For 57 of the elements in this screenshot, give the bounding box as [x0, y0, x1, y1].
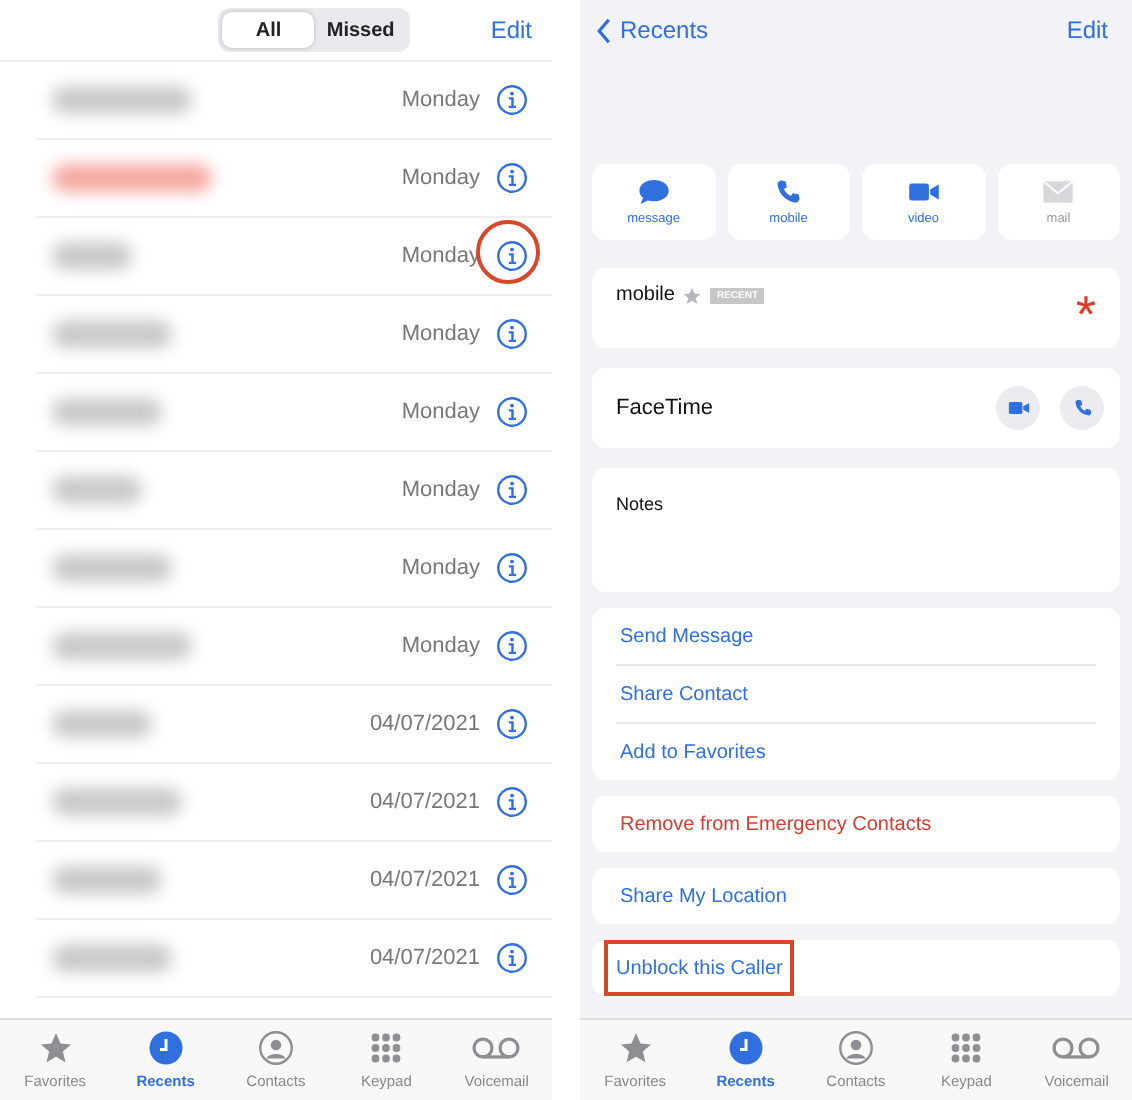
- person-icon: [837, 1030, 874, 1066]
- audio-call-button[interactable]: [1060, 386, 1104, 430]
- call-date: Monday: [401, 244, 480, 268]
- call-date: Monday: [401, 478, 480, 502]
- call-date: Monday: [401, 166, 480, 190]
- star-icon: [37, 1030, 74, 1066]
- menu-option[interactable]: Add to Favorites: [616, 724, 770, 780]
- speech-bubble-icon: [637, 178, 670, 206]
- chevron-left-icon: [596, 17, 612, 43]
- phone-icon: [1071, 398, 1093, 418]
- keypad-icon: [948, 1030, 985, 1066]
- info-icon[interactable]: [496, 318, 528, 350]
- phone-label: mobile: [616, 284, 675, 306]
- call-date: 04/07/2021: [369, 790, 480, 814]
- info-icon[interactable]: [496, 162, 528, 194]
- info-icon[interactable]: [496, 84, 528, 116]
- info-icon[interactable]: [496, 396, 528, 428]
- menu-option[interactable]: Remove from Emergency Contacts: [616, 796, 936, 852]
- star-icon: [682, 285, 703, 305]
- video-camera-icon: [907, 178, 940, 206]
- clock-icon: [147, 1030, 184, 1066]
- clock-icon: [727, 1030, 764, 1066]
- call-date: Monday: [401, 322, 480, 346]
- call-date: 04/07/2021: [369, 946, 480, 970]
- notes-field[interactable]: Notes: [592, 468, 1120, 592]
- menu-option[interactable]: Share Contact: [616, 666, 752, 722]
- video-camera-icon: [1007, 398, 1029, 418]
- call-date: Monday: [401, 634, 480, 658]
- segment-tab[interactable]: All: [222, 12, 315, 48]
- redaction-mark: *: [1075, 288, 1096, 340]
- menu-option[interactable]: Share My Location: [616, 868, 791, 924]
- edit-button[interactable]: Edit: [1066, 16, 1108, 44]
- info-icon[interactable]: [496, 708, 528, 740]
- call-date: 04/07/2021: [369, 712, 480, 736]
- video-call-button[interactable]: [996, 386, 1040, 430]
- call-date: 04/07/2021: [369, 868, 480, 892]
- call-date: Monday: [401, 400, 480, 424]
- edit-button[interactable]: Edit: [490, 16, 532, 44]
- info-icon[interactable]: [496, 552, 528, 584]
- keypad-icon: [368, 1030, 405, 1066]
- info-icon[interactable]: [496, 864, 528, 896]
- star-icon: [617, 1030, 654, 1066]
- facetime-label: FaceTime: [616, 396, 713, 420]
- menu-option[interactable]: Unblock this Caller: [604, 940, 795, 996]
- segment-tab[interactable]: Missed: [314, 12, 407, 48]
- phone-icon: [772, 178, 805, 206]
- info-icon[interactable]: [496, 474, 528, 506]
- info-icon[interactable]: [496, 942, 528, 974]
- person-icon: [257, 1030, 294, 1066]
- info-icon[interactable]: [496, 786, 528, 818]
- call-date: Monday: [401, 88, 480, 112]
- info-icon[interactable]: [496, 630, 528, 662]
- menu-option[interactable]: Send Message: [616, 608, 758, 664]
- call-date: Monday: [401, 556, 480, 580]
- back-button[interactable]: Recents: [596, 16, 709, 44]
- envelope-icon: [1042, 178, 1075, 206]
- info-icon[interactable]: [496, 240, 528, 272]
